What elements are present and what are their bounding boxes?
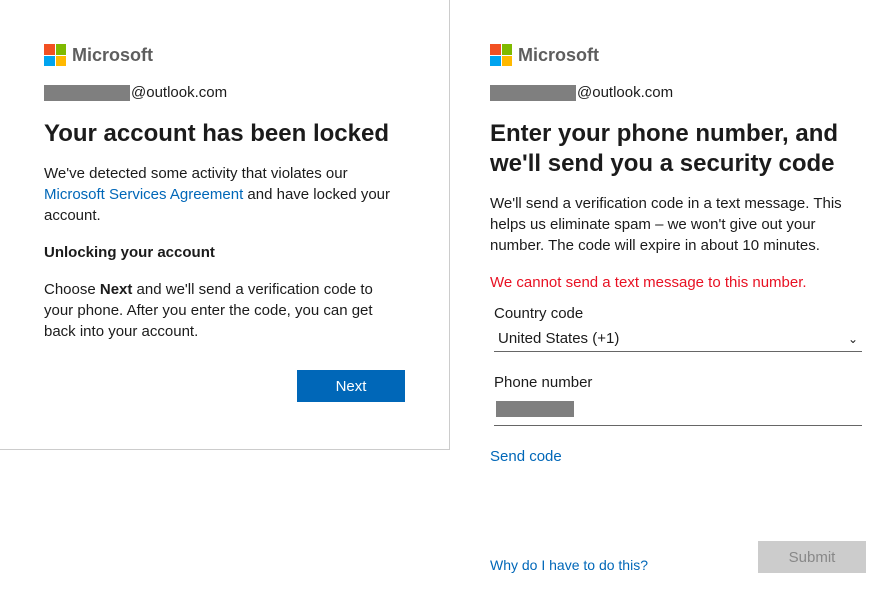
services-agreement-link[interactable]: Microsoft Services Agreement [44, 186, 243, 203]
country-label: Country code [494, 305, 862, 322]
brand-name: Microsoft [518, 45, 599, 66]
page-title: Enter your phone number, and we'll send … [490, 119, 866, 179]
account-identity: @outlook.com [490, 84, 866, 101]
brand-row: Microsoft [490, 44, 866, 66]
country-group: Country code United States (+1) ⌄ [490, 305, 866, 352]
error-message: We cannot send a text message to this nu… [490, 274, 866, 291]
unlock-subheading: Unlocking your account [44, 244, 405, 261]
send-code-link[interactable]: Send code [490, 448, 562, 465]
locked-description: We've detected some activity that violat… [44, 163, 405, 226]
redacted-name [490, 85, 576, 101]
why-link[interactable]: Why do I have to do this? [490, 557, 648, 573]
account-identity: @outlook.com [44, 84, 405, 101]
microsoft-logo-icon [44, 44, 66, 66]
redacted-phone [496, 401, 574, 417]
email-suffix: @outlook.com [131, 84, 227, 101]
country-select[interactable]: United States (+1) ⌄ [494, 326, 862, 352]
verify-description: We'll send a verification code in a text… [490, 193, 866, 256]
unlock-instruction: Choose Next and we'll send a verificatio… [44, 279, 405, 342]
locked-panel: Microsoft @outlook.com Your account has … [0, 0, 450, 450]
next-button[interactable]: Next [297, 370, 405, 402]
phone-group: Phone number [490, 374, 866, 426]
phone-input[interactable] [494, 395, 862, 426]
submit-button: Submit [758, 541, 866, 573]
redacted-name [44, 85, 130, 101]
brand-row: Microsoft [44, 44, 405, 66]
verify-panel: Microsoft @outlook.com Enter your phone … [450, 0, 896, 609]
country-value: United States (+1) [498, 330, 619, 347]
email-suffix: @outlook.com [577, 84, 673, 101]
page-title: Your account has been locked [44, 119, 405, 149]
phone-label: Phone number [494, 374, 862, 391]
microsoft-logo-icon [490, 44, 512, 66]
chevron-down-icon: ⌄ [848, 332, 858, 346]
brand-name: Microsoft [72, 45, 153, 66]
